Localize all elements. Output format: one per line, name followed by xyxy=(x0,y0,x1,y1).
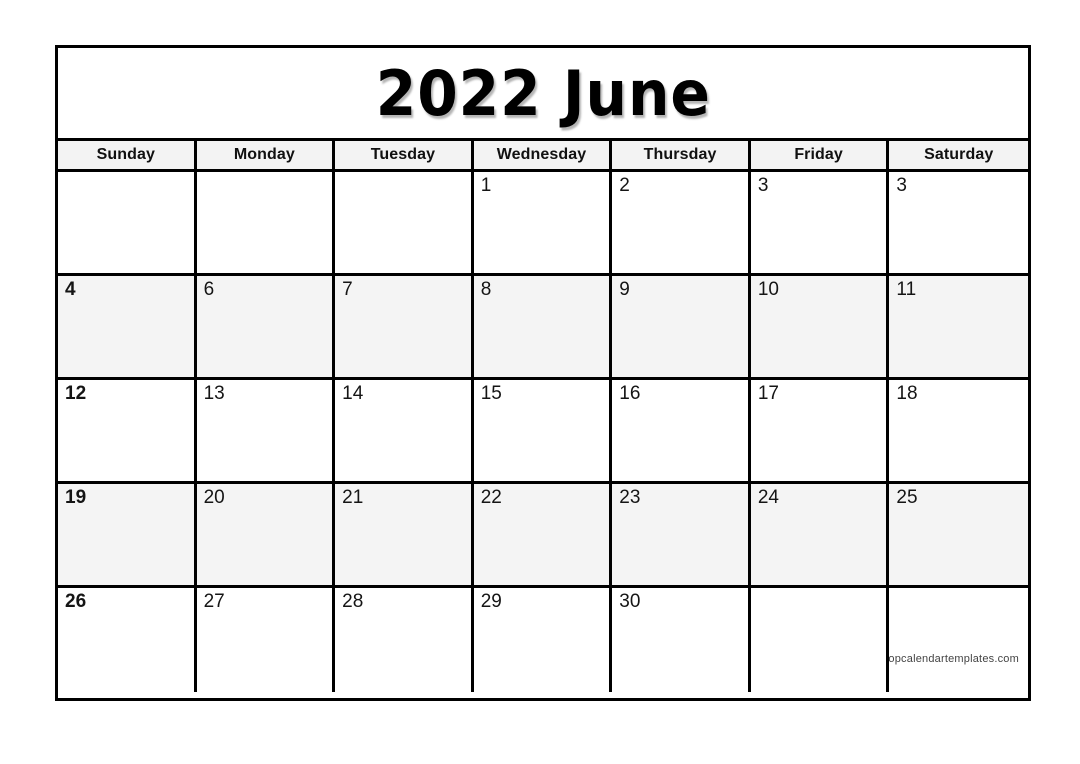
day-number: 26 xyxy=(65,591,87,612)
day-cell[interactable]: 27 xyxy=(196,588,336,692)
day-cell[interactable]: 11 xyxy=(889,276,1028,377)
day-number: 19 xyxy=(65,487,87,508)
day-cell[interactable]: 3 xyxy=(750,172,890,273)
day-cell[interactable]: 23 xyxy=(612,484,751,585)
day-number: 18 xyxy=(896,383,918,404)
day-cell[interactable]: 22 xyxy=(473,484,613,585)
day-number: 10 xyxy=(757,279,779,300)
page-title: 2022 June xyxy=(375,56,711,130)
day-number: 21 xyxy=(342,487,364,508)
day-cell[interactable]: 9 xyxy=(612,276,751,377)
day-cell[interactable]: 4 xyxy=(58,276,197,377)
watermark-text: topcalendartemplates.com xyxy=(889,653,1019,665)
day-number: 16 xyxy=(619,383,641,404)
day-cell[interactable]: 24 xyxy=(750,484,890,585)
day-cell[interactable]: 6 xyxy=(196,276,336,377)
calendar-page: 2022 June Sunday Monday Tuesday Wednesda… xyxy=(0,0,1080,764)
weekday-header-tuesday: Tuesday xyxy=(335,141,474,169)
day-number: 9 xyxy=(619,279,630,300)
day-cell[interactable] xyxy=(58,172,197,273)
calendar-week-row: 12 13 14 15 16 17 18 xyxy=(58,380,1028,484)
day-cell[interactable]: 16 xyxy=(612,380,751,481)
day-cell[interactable]: 20 xyxy=(196,484,336,585)
day-cell[interactable]: 17 xyxy=(750,380,890,481)
day-cell[interactable]: 2 xyxy=(612,172,751,273)
day-cell[interactable]: 14 xyxy=(335,380,474,481)
day-cell[interactable]: 13 xyxy=(196,380,336,481)
day-cell[interactable]: 7 xyxy=(335,276,474,377)
calendar-week-row: 1 2 3 3 xyxy=(58,172,1028,276)
day-number: 15 xyxy=(480,383,502,404)
day-cell[interactable]: topcalendartemplates.com xyxy=(889,588,1028,692)
weekday-header-saturday: Saturday xyxy=(889,141,1028,169)
day-cell[interactable]: 28 xyxy=(335,588,474,692)
weekday-header-wednesday: Wednesday xyxy=(473,141,613,169)
day-number: 20 xyxy=(203,487,225,508)
day-number: 6 xyxy=(203,279,215,300)
day-number: 14 xyxy=(342,383,364,404)
calendar-frame: 2022 June Sunday Monday Tuesday Wednesda… xyxy=(55,45,1031,701)
day-number: 23 xyxy=(619,487,641,508)
calendar-week-row: 4 6 7 8 9 10 11 xyxy=(58,276,1028,380)
weekday-header-monday: Monday xyxy=(196,141,336,169)
day-cell[interactable]: 29 xyxy=(473,588,613,692)
day-number: 1 xyxy=(480,175,492,196)
day-cell[interactable]: 12 xyxy=(58,380,197,481)
day-cell[interactable]: 18 xyxy=(889,380,1028,481)
day-number: 24 xyxy=(757,487,779,508)
day-number: 7 xyxy=(342,279,353,300)
calendar-title-band: 2022 June xyxy=(58,48,1028,141)
day-cell[interactable]: 1 xyxy=(473,172,613,273)
day-number: 25 xyxy=(896,487,918,508)
day-number: 11 xyxy=(896,279,917,300)
day-number: 12 xyxy=(65,383,87,404)
day-number: 4 xyxy=(65,279,76,300)
day-cell[interactable]: 10 xyxy=(750,276,890,377)
day-number: 17 xyxy=(757,383,779,404)
day-number: 3 xyxy=(896,175,907,196)
weekday-header-sunday: Sunday xyxy=(58,141,197,169)
day-cell[interactable] xyxy=(196,172,336,273)
day-cell[interactable]: 15 xyxy=(473,380,613,481)
day-cell[interactable]: 3 xyxy=(889,172,1028,273)
day-cell[interactable]: 25 xyxy=(889,484,1028,585)
day-cell[interactable]: 8 xyxy=(473,276,613,377)
day-number: 30 xyxy=(619,591,641,612)
weekday-header-row: Sunday Monday Tuesday Wednesday Thursday… xyxy=(58,141,1028,172)
calendar-week-row: 26 27 28 29 30 topcalendartemplates.com xyxy=(58,588,1028,692)
day-number: 27 xyxy=(203,591,225,612)
day-number: 3 xyxy=(757,175,769,196)
day-number: 13 xyxy=(203,383,225,404)
day-cell[interactable]: 30 xyxy=(612,588,751,692)
day-number: 22 xyxy=(480,487,502,508)
weekday-header-friday: Friday xyxy=(750,141,890,169)
day-cell[interactable] xyxy=(335,172,474,273)
day-cell[interactable]: 21 xyxy=(335,484,474,585)
day-cell[interactable]: 26 xyxy=(58,588,197,692)
calendar-week-row: 19 20 21 22 23 24 25 xyxy=(58,484,1028,588)
day-cell[interactable] xyxy=(750,588,890,692)
day-number: 28 xyxy=(342,591,364,612)
calendar-weeks-grid: 1 2 3 3 4 6 7 8 9 10 11 12 13 14 15 16 1… xyxy=(58,172,1028,692)
day-cell[interactable]: 19 xyxy=(58,484,197,585)
weekday-header-thursday: Thursday xyxy=(612,141,751,169)
day-number: 29 xyxy=(480,591,502,612)
day-number: 2 xyxy=(619,175,630,196)
day-number: 8 xyxy=(480,279,492,300)
